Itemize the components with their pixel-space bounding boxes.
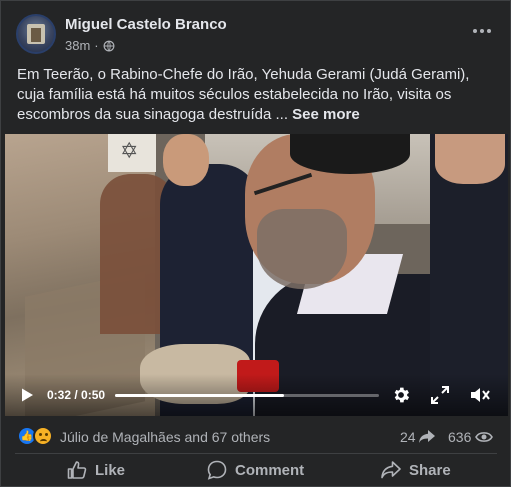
video-frame-right-head [435, 134, 505, 184]
share-icon [381, 461, 401, 479]
fullscreen-icon[interactable] [431, 386, 449, 404]
view-count-value: 636 [448, 429, 472, 445]
more-icon-dot [473, 29, 477, 33]
share-count[interactable]: 24 [400, 429, 435, 445]
like-icon [67, 461, 87, 479]
comment-label: Comment [235, 461, 305, 479]
play-icon[interactable] [19, 387, 35, 403]
like-button[interactable]: Like [67, 456, 125, 484]
share-arrow-icon [418, 430, 435, 443]
time-separator: / [71, 388, 82, 402]
gear-icon[interactable] [391, 385, 411, 405]
more-icon-dot [480, 29, 484, 33]
share-count-value: 24 [400, 429, 416, 445]
post-header: Miguel Castelo Branco 38m · [1, 1, 510, 63]
meta-separator: · [94, 38, 99, 53]
post-text: Em Teerão, o Rabino-Chefe do Irão, Yehud… [17, 65, 497, 125]
avatar-detail [31, 28, 41, 42]
comment-icon [207, 460, 227, 480]
share-label: Share [409, 461, 451, 479]
author-name[interactable]: Miguel Castelo Branco [65, 16, 227, 33]
post-meta: 38m · [65, 38, 115, 53]
video-frame-kippah [290, 134, 410, 174]
video-frame-sign [108, 134, 156, 172]
view-count: 636 [448, 429, 494, 445]
duration: 0:50 [81, 388, 106, 402]
comment-button[interactable]: Comment [207, 456, 304, 484]
mute-icon[interactable] [469, 385, 491, 405]
more-options-button[interactable] [470, 19, 494, 43]
post-body: Em Teerão, o Rabino-Chefe do Irão, Yehud… [17, 66, 470, 123]
post-card: Miguel Castelo Branco 38m · Em Teerão, o… [0, 0, 511, 487]
globe-icon[interactable] [103, 40, 115, 52]
more-icon-dot [487, 29, 491, 33]
post-time[interactable]: 38m [65, 38, 90, 53]
see-more-link[interactable]: See more [292, 106, 360, 123]
video-time: 0:32 / 0:50 [47, 388, 105, 402]
video-frame-beard [257, 209, 347, 289]
sad-reaction-icon [33, 426, 53, 446]
eye-icon [475, 432, 494, 442]
like-label: Like [95, 461, 126, 479]
share-button[interactable]: Share [381, 456, 451, 484]
progress-fill [115, 394, 284, 397]
reaction-icons[interactable]: 👍 [17, 426, 55, 446]
current-time: 0:32 [47, 388, 72, 402]
video-player[interactable]: 0:32 / 0:50 [5, 134, 508, 416]
author-avatar[interactable] [16, 14, 56, 54]
reactors-text[interactable]: Júlio de Magalhães and 67 others [60, 429, 270, 445]
video-frame-person-head [163, 134, 209, 186]
progress-bar[interactable] [115, 394, 379, 397]
video-controls: 0:32 / 0:50 [5, 374, 508, 416]
post-actions: Like Comment Share [1, 456, 510, 486]
divider [15, 453, 497, 454]
